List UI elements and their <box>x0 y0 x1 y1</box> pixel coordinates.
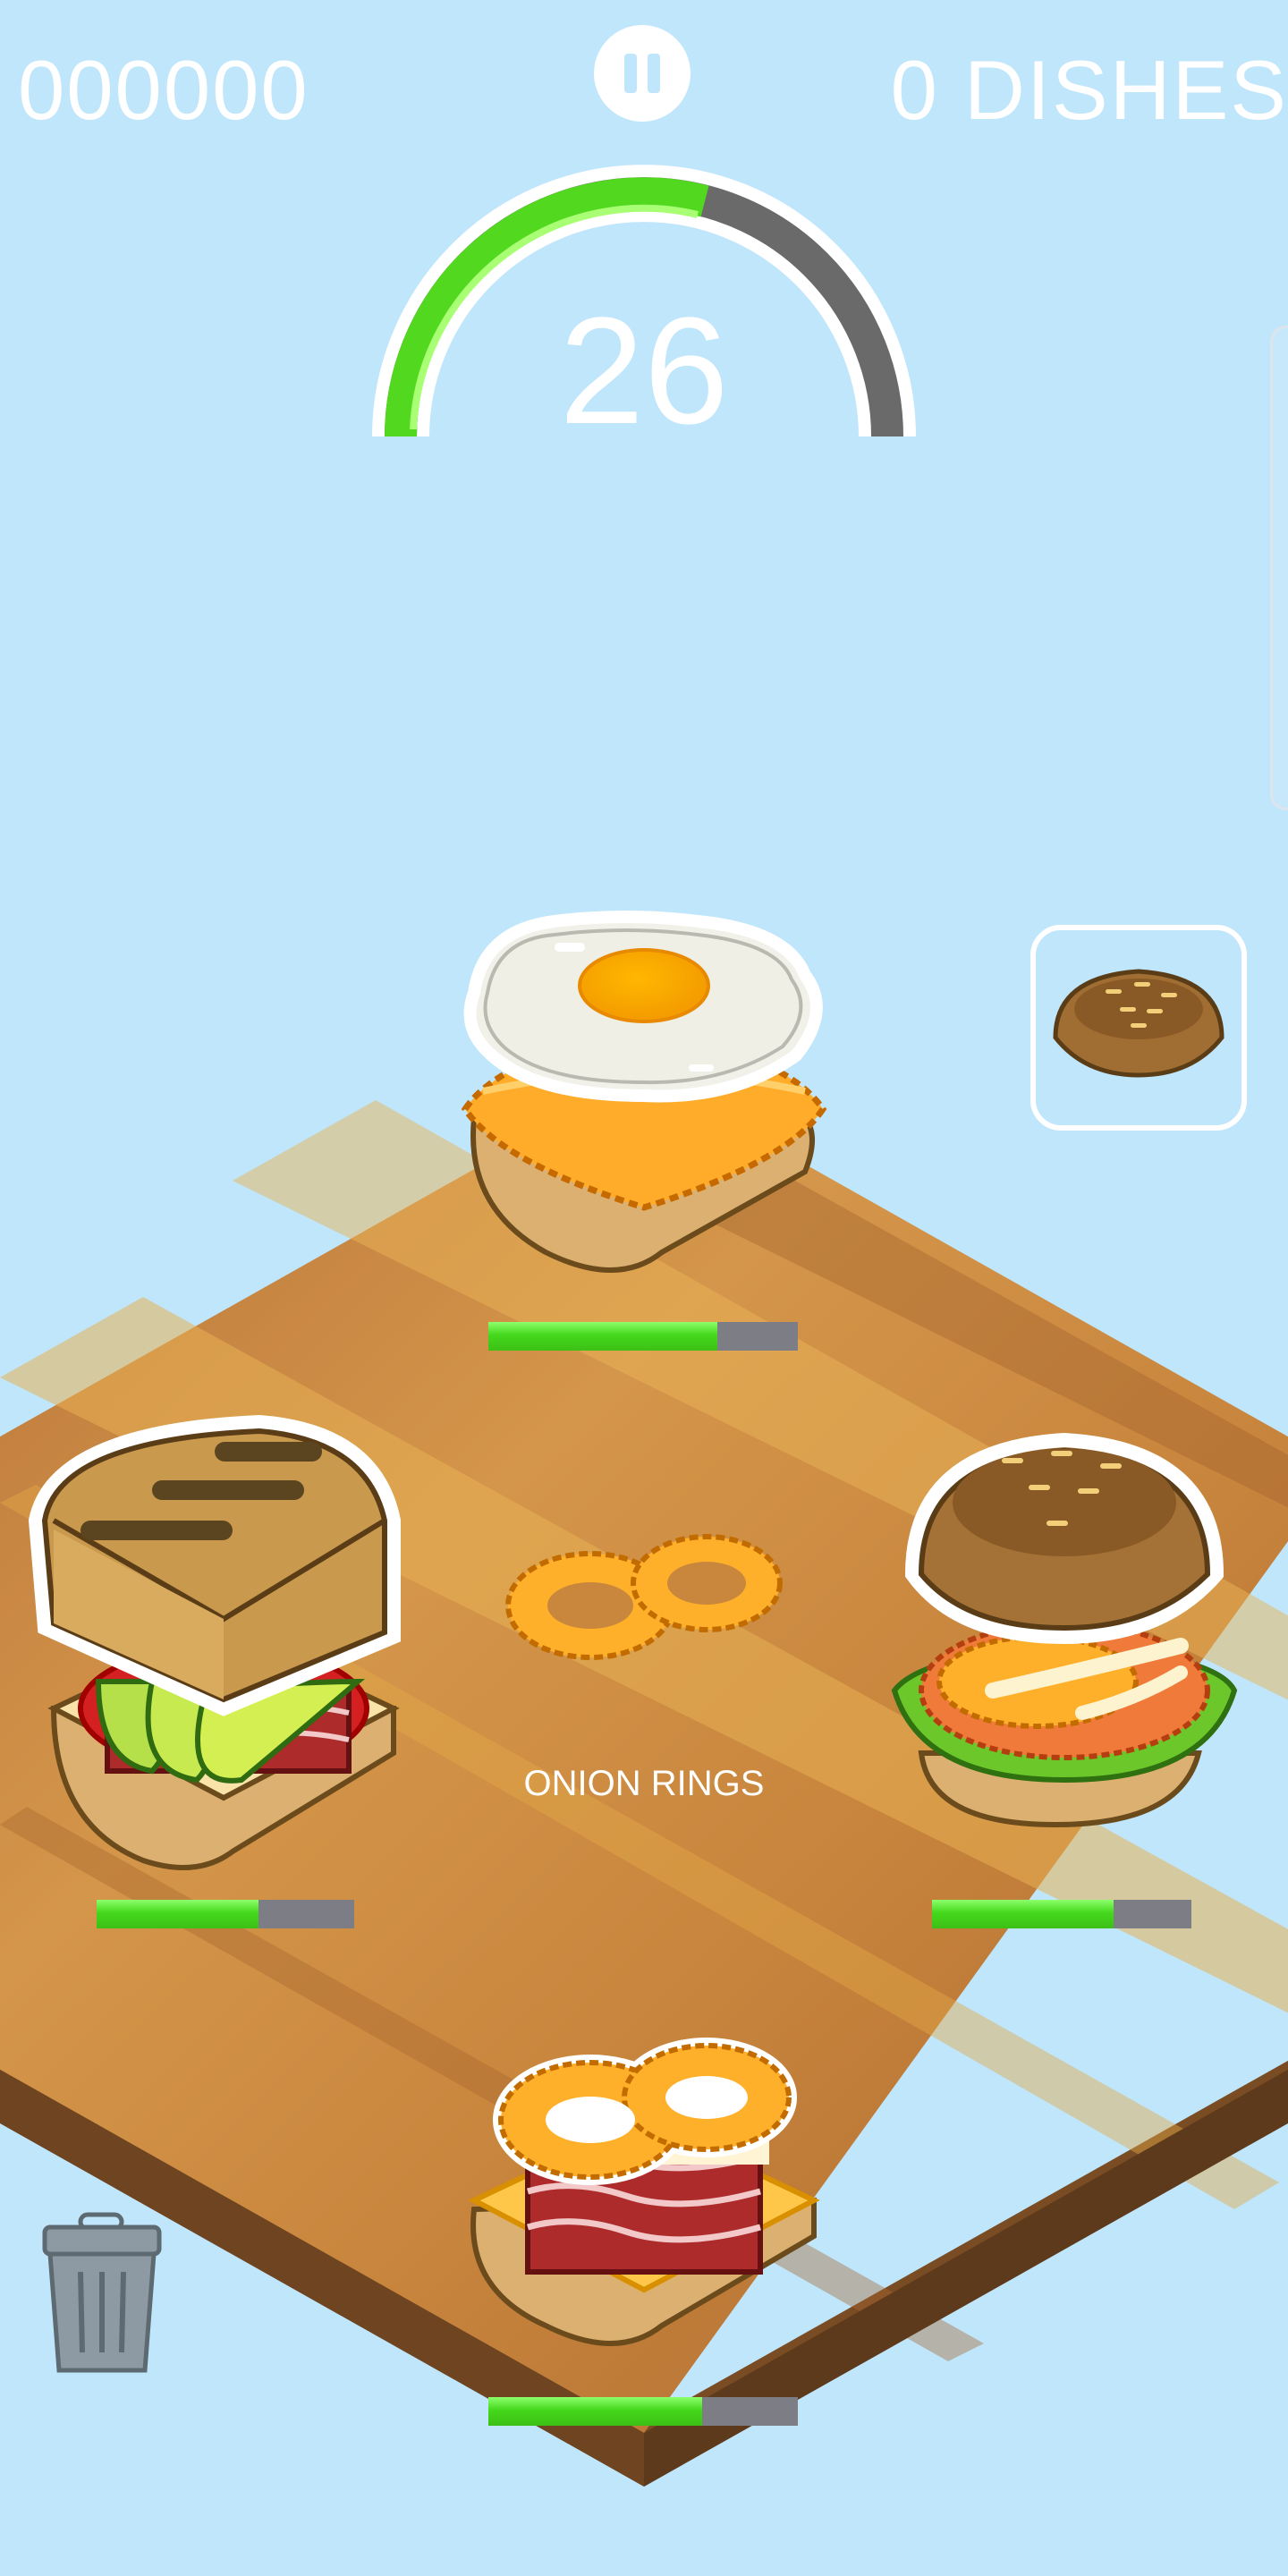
progress-fill <box>488 2397 702 2426</box>
next-ingredient-slot[interactable] <box>1030 925 1247 1131</box>
dishes-counter: 0 DISHES <box>890 43 1288 137</box>
score-counter: 000000 <box>18 43 309 137</box>
side-drawer-tab[interactable] <box>1270 326 1288 810</box>
trash-can-icon[interactable] <box>42 2212 162 2373</box>
progress-fill <box>932 1900 1114 1928</box>
station-top-progress <box>488 1322 798 1351</box>
bun-top-icon <box>1053 969 1224 1078</box>
station-right-progress <box>932 1900 1191 1928</box>
progress-fill <box>488 1322 718 1351</box>
timer-value: 26 <box>559 286 729 456</box>
station-bottom-dish[interactable] <box>468 2038 820 2346</box>
pause-button[interactable] <box>594 25 691 122</box>
progress-fill <box>97 1900 259 1928</box>
ingredient-label: ONION RINGS <box>523 1764 765 1803</box>
station-left-progress <box>97 1900 354 1928</box>
pause-icon-bar <box>648 54 660 93</box>
station-bottom-progress <box>488 2397 798 2426</box>
pause-icon <box>624 54 637 93</box>
